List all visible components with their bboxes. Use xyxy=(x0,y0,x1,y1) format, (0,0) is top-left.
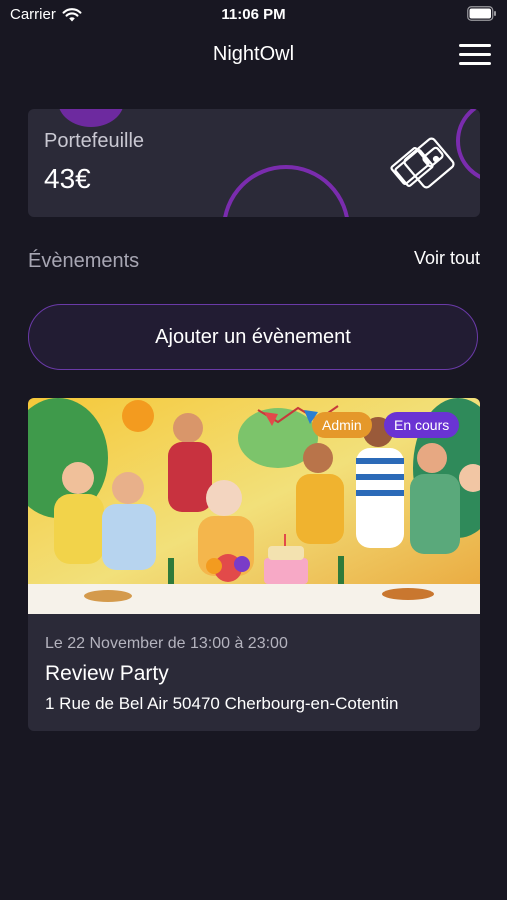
status-bar: Carrier 11:06 PM xyxy=(0,0,507,30)
app-screen: Carrier 11:06 PM NightOwl Portefeuille 4… xyxy=(0,0,507,900)
event-date: Le 22 November de 13:00 à 23:00 xyxy=(45,635,288,652)
add-event-button[interactable]: Ajouter un évènement xyxy=(28,304,478,370)
wallet-card[interactable]: Portefeuille 43€ xyxy=(28,109,480,217)
admin-badge: Admin xyxy=(312,412,372,438)
battery-icon xyxy=(467,6,496,21)
event-title: Review Party xyxy=(45,662,169,685)
wallet-balance: 43€ xyxy=(44,163,91,194)
wallet-label: Portefeuille xyxy=(44,130,145,152)
events-section-title: Évènements xyxy=(28,250,140,272)
status-time: 11:06 PM xyxy=(221,6,286,23)
see-all-link[interactable]: Voir tout xyxy=(414,248,480,269)
navigation-bar: NightOwl xyxy=(0,30,507,80)
decorative-ring xyxy=(222,165,350,217)
app-title: NightOwl xyxy=(212,43,295,65)
event-address: 1 Rue de Bel Air 50470 Cherbourg-en-Cote… xyxy=(45,694,399,713)
event-card[interactable]: Admin En cours Le 22 November de 13:00 à… xyxy=(28,398,480,731)
decorative-circle xyxy=(58,109,124,127)
status-badge: En cours xyxy=(384,412,460,438)
wallet-icon xyxy=(390,137,455,189)
hamburger-menu-icon[interactable] xyxy=(459,42,491,68)
